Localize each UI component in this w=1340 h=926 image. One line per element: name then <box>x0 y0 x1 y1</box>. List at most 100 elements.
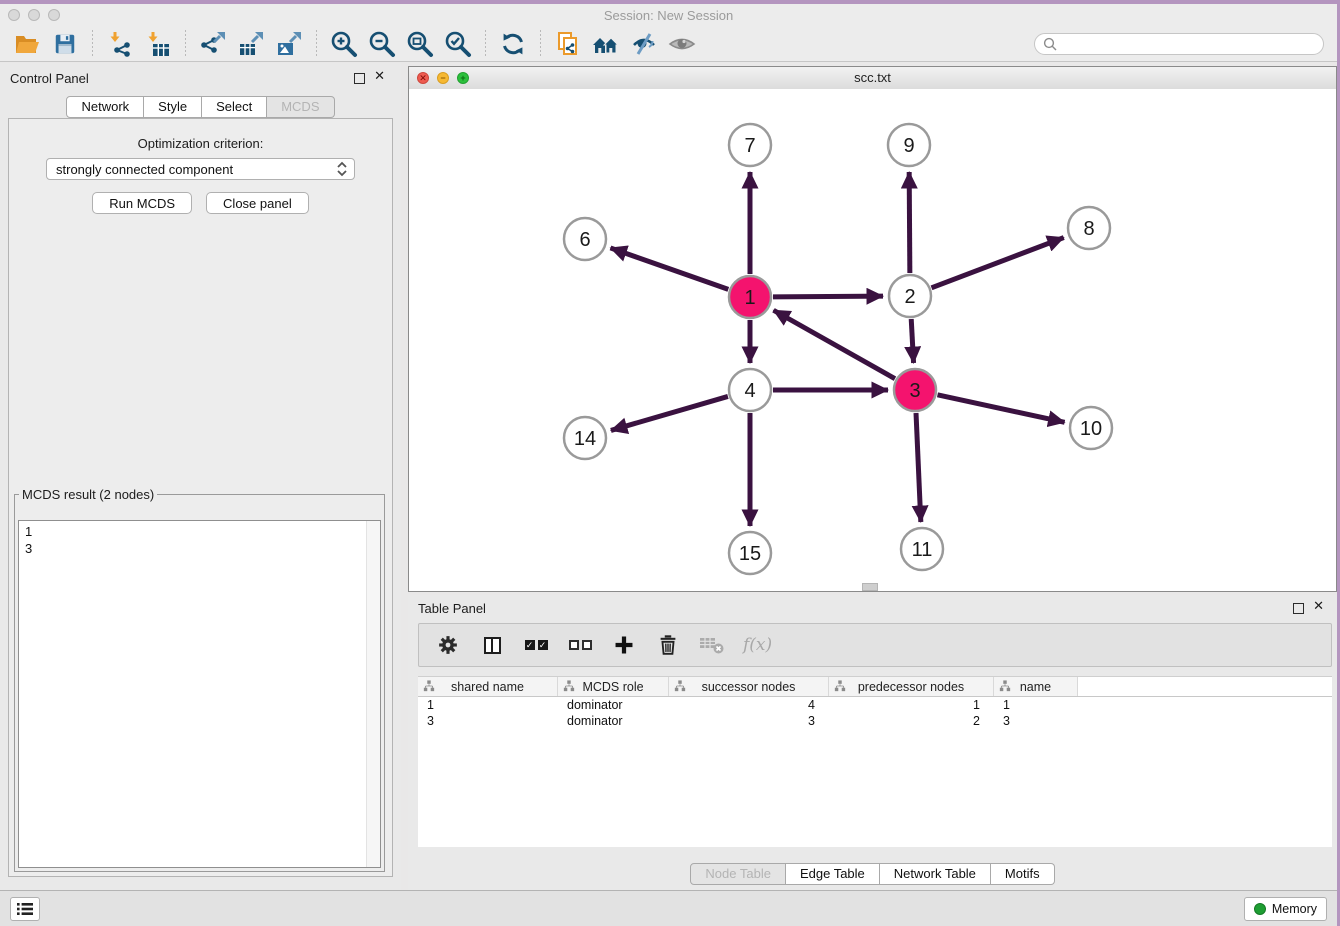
table-tab-edge-table[interactable]: Edge Table <box>786 863 880 885</box>
select-all-rows-button[interactable]: ✓✓ <box>520 629 552 661</box>
graph-edge-2-3[interactable] <box>911 319 913 363</box>
float-panel-icon[interactable] <box>354 73 365 84</box>
table-row[interactable]: 3dominator323 <box>418 713 1332 729</box>
export-network-button[interactable] <box>197 28 229 60</box>
table-header-row: shared name MCDS role successor nodes prede… <box>418 677 1332 697</box>
optimization-criterion-label: Optimization criterion: <box>9 136 392 151</box>
zoom-fit-button[interactable] <box>404 28 436 60</box>
zoom-out-icon <box>368 30 396 58</box>
column-label: successor nodes <box>702 680 796 694</box>
mcds-result-area[interactable]: 13 <box>18 520 381 868</box>
table-cell: 3 <box>669 713 829 729</box>
graph-edge-1-6[interactable] <box>610 248 728 289</box>
toolbar-separator <box>485 30 486 58</box>
open-session-button[interactable] <box>11 28 43 60</box>
clone-network-button[interactable] <box>552 28 584 60</box>
home-button[interactable] <box>590 28 622 60</box>
import-network-button[interactable] <box>104 28 136 60</box>
table-header-filler <box>1078 677 1332 696</box>
network-scrollbar-thumb[interactable] <box>862 583 878 591</box>
control-panel-tabs: NetworkStyleSelectMCDS <box>0 96 401 118</box>
criterion-value: strongly connected component <box>56 162 335 177</box>
column-header-predecessor-nodes[interactable]: predecessor nodes <box>829 677 994 696</box>
table-row[interactable]: 1dominator411 <box>418 697 1332 713</box>
graph-node-label-1: 1 <box>744 287 755 309</box>
column-label: MCDS role <box>582 680 643 694</box>
show-hidden-button[interactable] <box>666 28 698 60</box>
table-float-icon[interactable] <box>1293 603 1304 614</box>
graph-node-label-6: 6 <box>579 229 590 251</box>
tab-network[interactable]: Network <box>66 96 144 118</box>
table-cell: 2 <box>829 713 994 729</box>
list-icon <box>16 901 34 917</box>
delete-table-button[interactable] <box>696 629 728 661</box>
toggle-panes-button[interactable] <box>476 629 508 661</box>
houses-icon <box>592 32 620 56</box>
column-header-name[interactable]: name <box>994 677 1078 696</box>
column-label: predecessor nodes <box>858 680 964 694</box>
column-label: name <box>1020 680 1051 694</box>
graph-edge-2-9[interactable] <box>909 172 910 273</box>
zoom-selected-icon <box>444 30 472 58</box>
task-history-button[interactable] <box>10 897 40 921</box>
select-all-icon: ✓✓ <box>525 640 548 650</box>
application-window: Session: New Session Control Panel ✕ <box>0 0 1340 926</box>
graph-edge-3-1[interactable] <box>774 310 895 378</box>
close-panel-button[interactable]: Close panel <box>206 192 309 214</box>
graph-edge-2-8[interactable] <box>932 238 1064 288</box>
result-line: 3 <box>19 540 380 557</box>
zoom-in-button[interactable] <box>328 28 360 60</box>
column-header-successor-nodes[interactable]: successor nodes <box>669 677 829 696</box>
search-box[interactable] <box>1034 33 1324 55</box>
result-scrollbar[interactable] <box>366 521 380 867</box>
memory-status-icon <box>1254 903 1266 915</box>
table-tab-node-table[interactable]: Node Table <box>690 863 786 885</box>
table-tab-motifs[interactable]: Motifs <box>991 863 1055 885</box>
zoom-in-icon <box>330 30 358 58</box>
column-header-shared-name[interactable]: shared name <box>418 677 558 696</box>
network-view-window: ✕ − + scc.txt 7968124314101511 <box>408 66 1337 592</box>
network-canvas[interactable]: 7968124314101511 <box>409 89 1336 591</box>
table-close-icon[interactable]: ✕ <box>1313 598 1324 614</box>
save-session-button[interactable] <box>49 28 81 60</box>
deselect-all-rows-button[interactable] <box>564 629 596 661</box>
graph-edge-3-11[interactable] <box>916 413 921 522</box>
add-row-button[interactable] <box>608 629 640 661</box>
table-toolbar: ✓✓ f(x) <box>418 623 1332 667</box>
search-input[interactable] <box>1062 36 1315 53</box>
refresh-view-button[interactable] <box>497 28 529 60</box>
network-file-title: scc.txt <box>409 70 1336 85</box>
criterion-select[interactable]: strongly connected component <box>46 158 355 180</box>
delete-row-button[interactable] <box>652 629 684 661</box>
memory-button[interactable]: Memory <box>1244 897 1327 921</box>
export-image-button[interactable] <box>273 28 305 60</box>
zoom-out-button[interactable] <box>366 28 398 60</box>
toolbar-separator <box>185 30 186 58</box>
toolbar-separator <box>316 30 317 58</box>
close-panel-icon[interactable]: ✕ <box>374 68 385 84</box>
graph-node-label-8: 8 <box>1083 218 1094 240</box>
export-table-button[interactable] <box>235 28 267 60</box>
column-label: shared name <box>451 680 524 694</box>
network-window-titlebar[interactable]: ✕ − + scc.txt <box>409 67 1336 90</box>
tab-style[interactable]: Style <box>144 96 202 118</box>
import-table-button[interactable] <box>142 28 174 60</box>
tab-mcds[interactable]: MCDS <box>267 96 334 118</box>
graph-node-label-2: 2 <box>904 286 915 308</box>
node-table: shared name MCDS role successor nodes prede… <box>418 676 1332 847</box>
column-settings-button[interactable] <box>432 629 464 661</box>
table-cell: 1 <box>829 697 994 713</box>
table-panel-title: Table Panel <box>418 601 486 616</box>
graph-edge-3-10[interactable] <box>937 395 1064 422</box>
graph-edge-1-2[interactable] <box>773 296 883 297</box>
mcds-panel: Optimization criterion: strongly connect… <box>8 118 393 877</box>
column-header-MCDS-role[interactable]: MCDS role <box>558 677 669 696</box>
graph-edge-4-14[interactable] <box>611 396 728 430</box>
apply-function-button[interactable]: f(x) <box>743 635 772 655</box>
table-tab-network-table[interactable]: Network Table <box>880 863 991 885</box>
graph-node-label-4: 4 <box>744 380 755 402</box>
run-mcds-button[interactable]: Run MCDS <box>92 192 192 214</box>
hide-selected-button[interactable] <box>628 28 660 60</box>
zoom-selected-button[interactable] <box>442 28 474 60</box>
tab-select[interactable]: Select <box>202 96 267 118</box>
